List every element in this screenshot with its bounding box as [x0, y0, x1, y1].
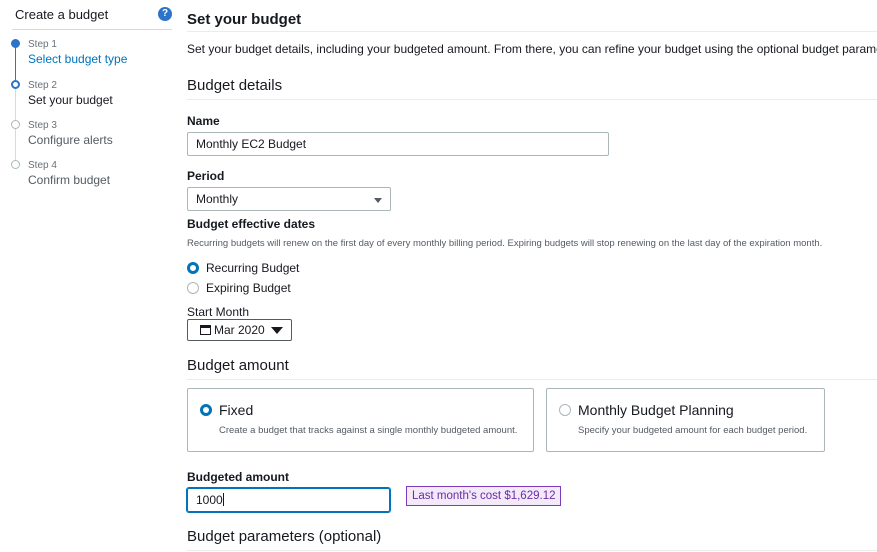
start-month-picker[interactable]: Mar 2020 [187, 319, 292, 341]
sidebar-step-3: Step 3 Configure alerts [28, 119, 113, 148]
fixed-radio[interactable] [200, 404, 212, 416]
sidebar-step-1[interactable]: Step 1 Select budget type [28, 38, 127, 67]
section-divider [187, 99, 877, 100]
wizard-sidebar: Create a budget ? Step 1 Select budget t… [0, 0, 175, 552]
step-number: Step 1 [28, 39, 57, 50]
step-number: Step 3 [28, 120, 57, 131]
budgeted-amount-input[interactable]: 1000 [187, 488, 390, 512]
period-value: Monthly [196, 192, 239, 206]
budgeted-amount-label: Budgeted amount [187, 470, 289, 484]
sidebar-step-4: Step 4 Confirm budget [28, 159, 110, 188]
budget-details-heading: Budget details [187, 77, 283, 94]
step-4-dot [11, 160, 20, 169]
step-label: Confirm budget [28, 173, 111, 187]
planning-option-tile[interactable]: Monthly Budget Planning Specify your bud… [546, 388, 825, 452]
help-circle-icon[interactable]: ? [158, 7, 172, 21]
step-3-dot [11, 120, 20, 129]
step-label: Set your budget [28, 93, 113, 107]
calendar-icon [200, 325, 211, 335]
effective-dates-hint: Recurring budgets will renew on the firs… [187, 238, 823, 249]
budgeted-amount-value: 1000 [196, 493, 223, 507]
caret-down-icon [270, 326, 283, 334]
planning-description: Specify your budgeted amount for each bu… [578, 425, 808, 436]
chevron-down-icon [374, 198, 382, 203]
budget-amount-heading: Budget amount [187, 357, 289, 374]
step-number: Step 4 [28, 160, 57, 171]
last-month-cost-badge: Last month's cost $1,629.12 [406, 486, 562, 506]
intro-text: Set your budget details, including your … [187, 42, 877, 56]
recurring-budget-option[interactable]: Recurring Budget [187, 261, 299, 275]
fixed-description: Create a budget that tracks against a si… [219, 425, 518, 436]
sidebar-title: Create a budget [15, 7, 109, 22]
step-2-dot [11, 80, 20, 89]
recurring-label: Recurring Budget [206, 261, 300, 275]
title-divider [187, 31, 877, 32]
expiring-budget-option[interactable]: Expiring Budget [187, 281, 291, 295]
text-cursor [222, 493, 224, 506]
period-label: Period [187, 169, 225, 183]
section-divider [187, 379, 877, 380]
expiring-radio[interactable] [187, 282, 199, 294]
step-number: Step 2 [28, 80, 57, 91]
page-title: Set your budget [187, 11, 302, 28]
recurring-radio[interactable] [187, 262, 199, 274]
name-input[interactable]: Monthly EC2 Budget [187, 132, 609, 156]
step-label: Configure alerts [28, 133, 113, 147]
planning-radio[interactable] [559, 404, 571, 416]
budget-parameters-heading[interactable]: Budget parameters (optional) [187, 528, 381, 545]
fixed-option-tile[interactable]: Fixed Create a budget that tracks agains… [187, 388, 534, 452]
start-month-label: Start Month [187, 305, 250, 319]
effective-dates-label: Budget effective dates [187, 217, 316, 231]
period-select[interactable]: Monthly [187, 187, 391, 211]
planning-title: Monthly Budget Planning [578, 402, 734, 418]
expiring-label: Expiring Budget [206, 281, 291, 295]
fixed-title: Fixed [219, 402, 254, 418]
name-label: Name [187, 114, 220, 128]
step-label[interactable]: Select budget type [28, 51, 127, 67]
step-1-dot [11, 39, 20, 48]
start-month-value: Mar 2020 [214, 323, 265, 337]
section-divider [187, 550, 877, 551]
sidebar-step-2: Step 2 Set your budget [28, 79, 113, 108]
